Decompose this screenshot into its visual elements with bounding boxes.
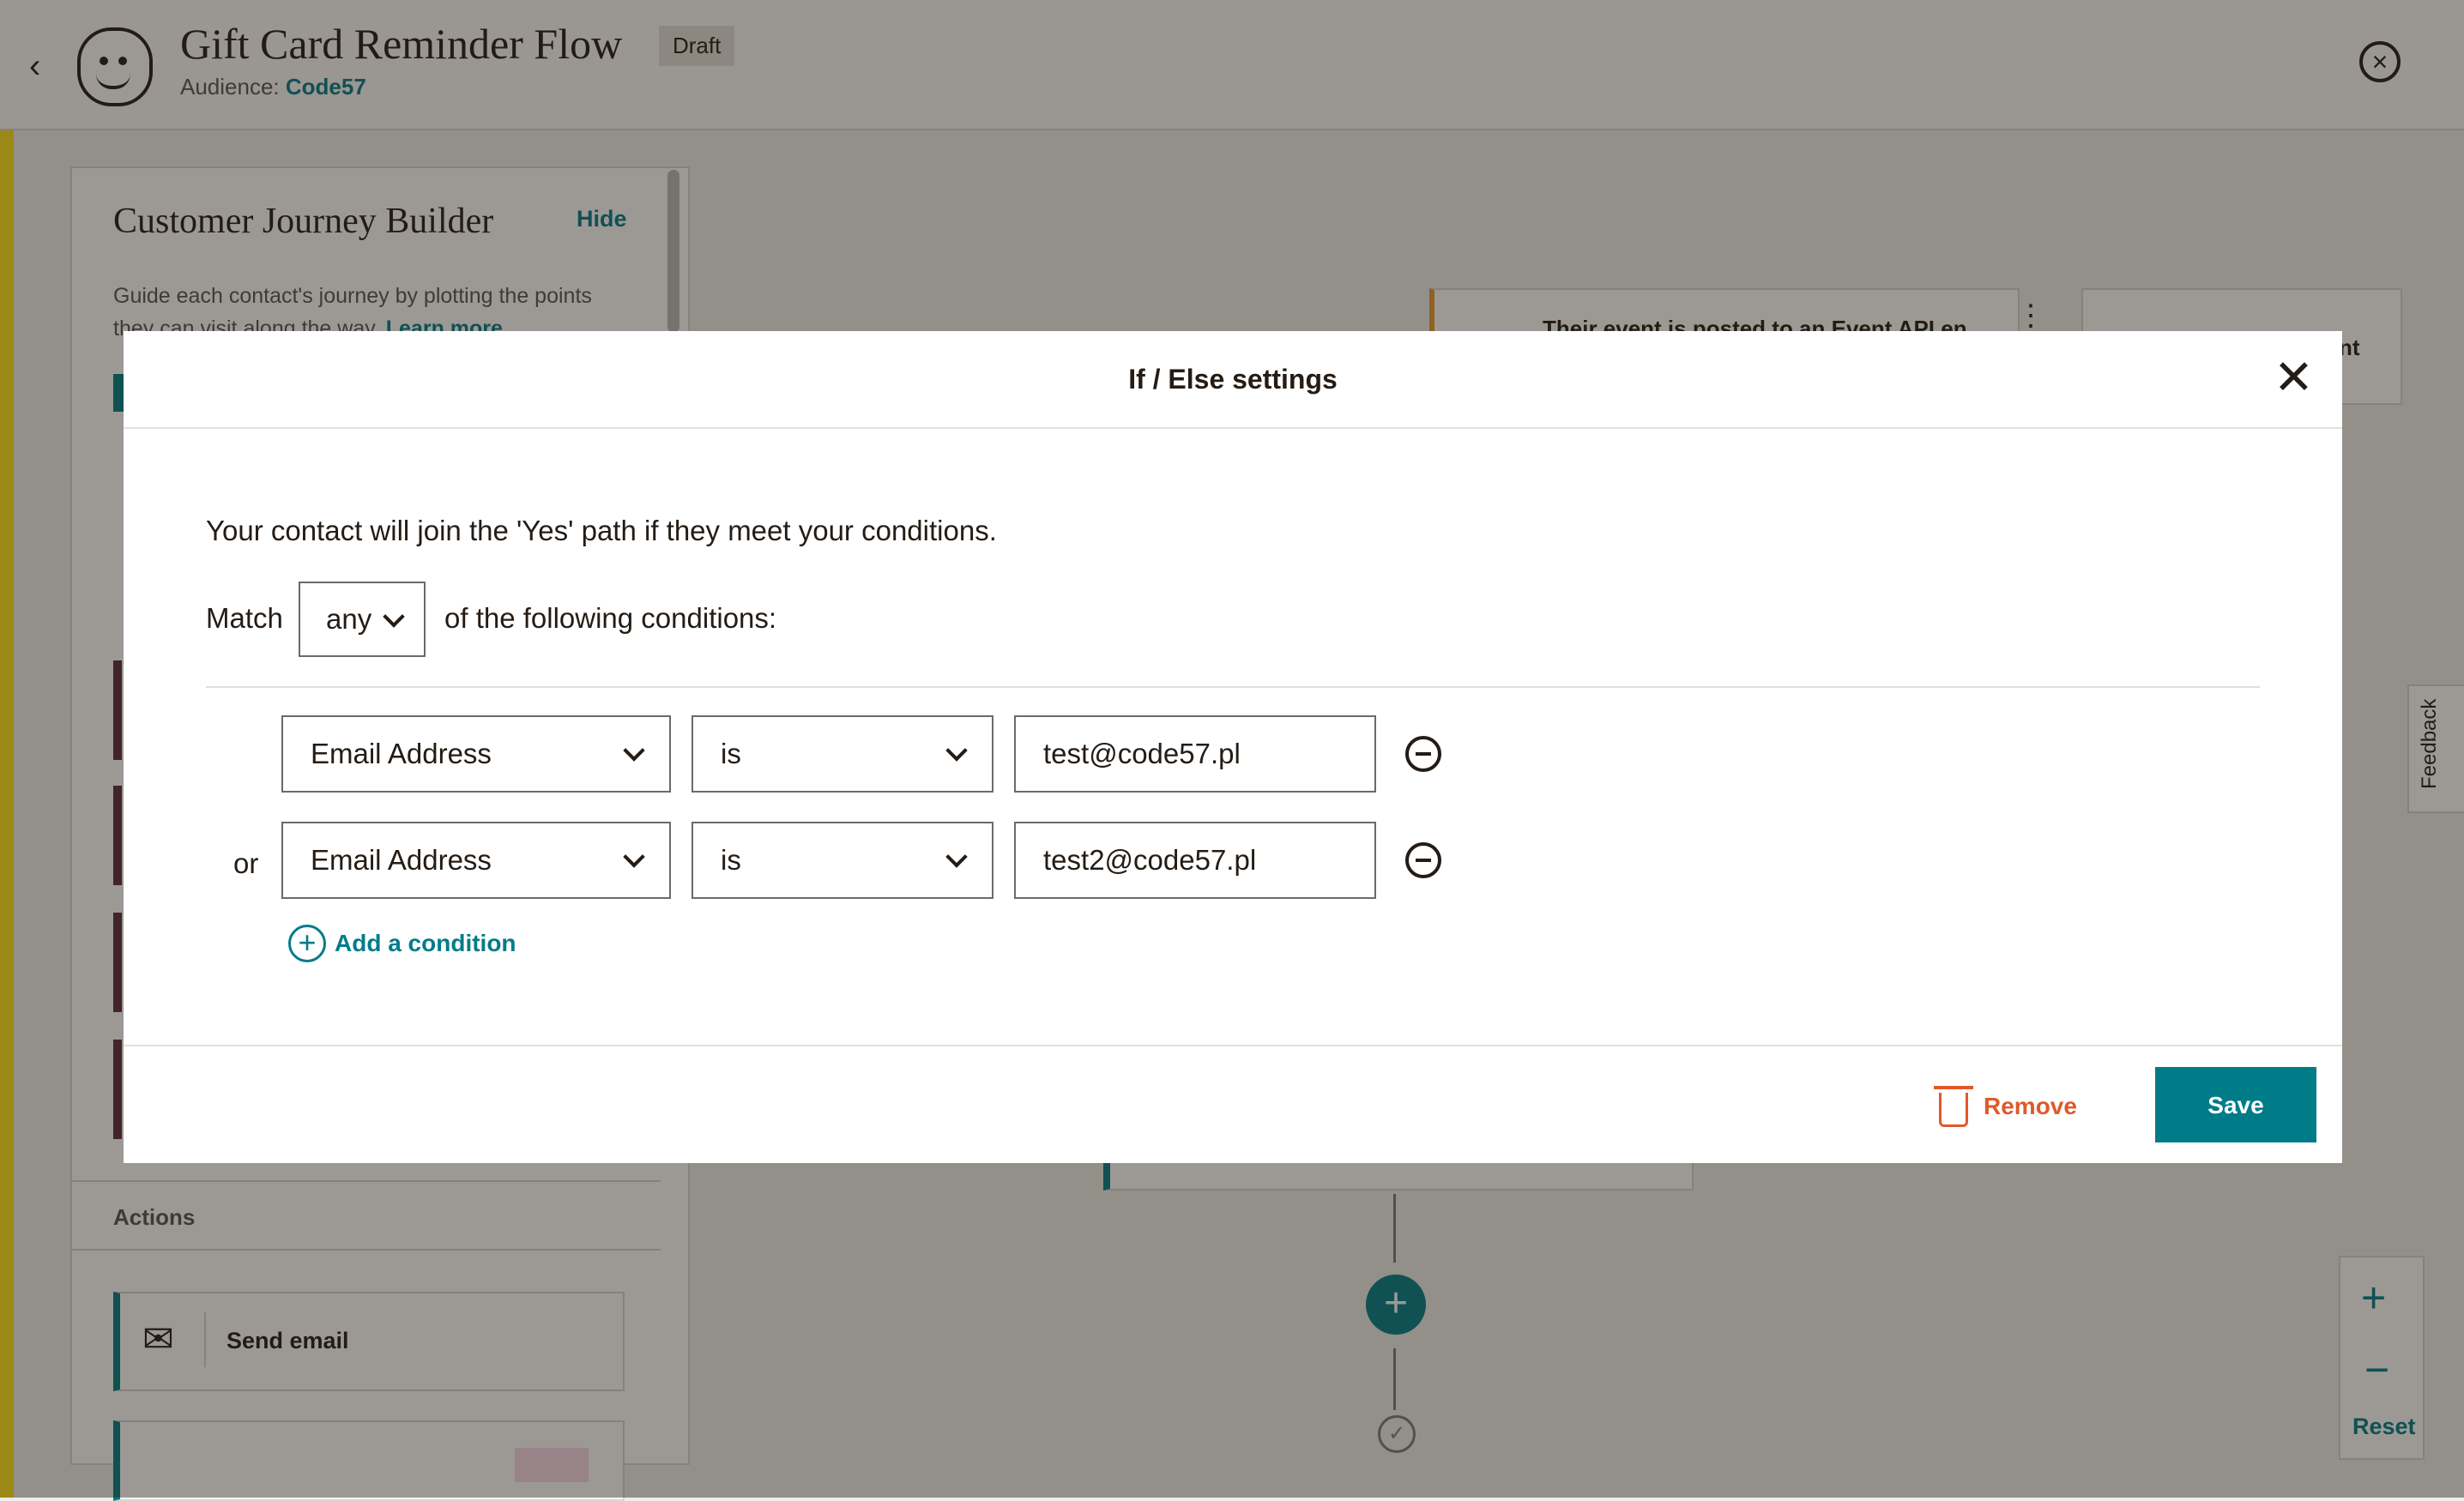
condition-operator-select[interactable]: is	[691, 715, 993, 793]
match-label: Match	[206, 602, 283, 634]
conditions-divider	[206, 686, 2260, 688]
modal-divider	[124, 427, 2342, 429]
condition-or-label: or	[233, 847, 259, 879]
chevron-down-icon	[945, 739, 968, 762]
condition-value-text: test2@code57.pl	[1043, 844, 1257, 876]
chevron-down-icon	[623, 739, 645, 762]
chevron-down-icon	[383, 606, 405, 628]
match-select-value: any	[326, 603, 372, 635]
remove-label: Remove	[1984, 1093, 2077, 1119]
match-select[interactable]: any	[299, 582, 426, 657]
chevron-down-icon	[623, 846, 645, 868]
chevron-down-icon	[945, 846, 968, 868]
condition-field-value: Email Address	[311, 738, 492, 769]
condition-field-select[interactable]: Email Address	[281, 715, 671, 793]
trash-lid	[1934, 1086, 1973, 1089]
condition-operator-value: is	[721, 844, 741, 876]
condition-value-text: test@code57.pl	[1043, 738, 1241, 769]
following-conditions-label: of the following conditions:	[444, 602, 777, 634]
minus-circle-icon[interactable]	[1405, 842, 1441, 878]
condition-field-select[interactable]: Email Address	[281, 822, 671, 899]
condition-operator-select[interactable]: is	[691, 822, 993, 899]
condition-field-value: Email Address	[311, 844, 492, 876]
condition-value-input[interactable]: test2@code57.pl	[1014, 822, 1376, 899]
save-button[interactable]: Save	[2155, 1067, 2316, 1142]
modal-footer-divider	[124, 1045, 2342, 1046]
modal-description: Your contact will join the 'Yes' path if…	[206, 515, 997, 546]
add-condition-label: Add a condition	[335, 930, 516, 956]
condition-value-input[interactable]: test@code57.pl	[1014, 715, 1376, 793]
if-else-settings-modal: If / Else settings ✕ Your contact will j…	[124, 331, 2342, 1163]
condition-operator-value: is	[721, 738, 741, 769]
close-x-icon[interactable]: ✕	[2274, 353, 2314, 401]
modal-title: If / Else settings	[1128, 364, 1338, 395]
minus-circle-icon[interactable]	[1405, 736, 1441, 772]
trash-icon	[1939, 1093, 1968, 1127]
plus-circle-icon: +	[288, 925, 326, 962]
